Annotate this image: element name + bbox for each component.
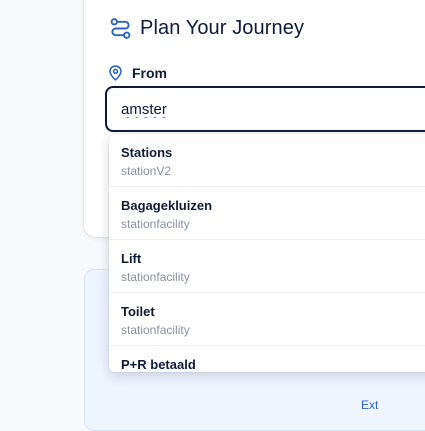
from-label-row: From (108, 64, 167, 82)
suggestion-type: stationfacility (121, 217, 190, 231)
suggestion-item[interactable]: Toilet stationfacility (109, 293, 425, 346)
suggestion-name: P+R betaald (121, 357, 196, 372)
suggestion-type: stationfacility (121, 270, 190, 284)
suggestion-name: Toilet (121, 304, 155, 319)
suggestion-item[interactable]: Stations stationV2 (109, 134, 425, 187)
from-input[interactable] (105, 86, 425, 132)
planner-header: Plan Your Journey (109, 14, 304, 42)
route-icon (110, 17, 131, 39)
suggestions-dropdown: Stations stationV2 Bagagekluizen station… (109, 134, 425, 372)
secondary-card-link[interactable]: Ext (361, 398, 378, 412)
suggestion-item[interactable]: Lift stationfacility (109, 240, 425, 293)
suggestion-item[interactable]: P+R betaald (109, 346, 425, 372)
suggestion-name: Bagagekluizen (121, 198, 213, 213)
suggestion-type: stationfacility (121, 323, 190, 337)
suggestion-item[interactable]: Bagagekluizen stationfacility (109, 187, 425, 240)
map-pin-icon (109, 65, 122, 81)
page-title: Plan Your Journey (140, 16, 305, 39)
suggestion-type: stationV2 (121, 164, 172, 178)
suggestion-name: Stations (121, 145, 173, 160)
suggestion-name: Lift (121, 251, 142, 266)
from-label: From (132, 65, 167, 81)
